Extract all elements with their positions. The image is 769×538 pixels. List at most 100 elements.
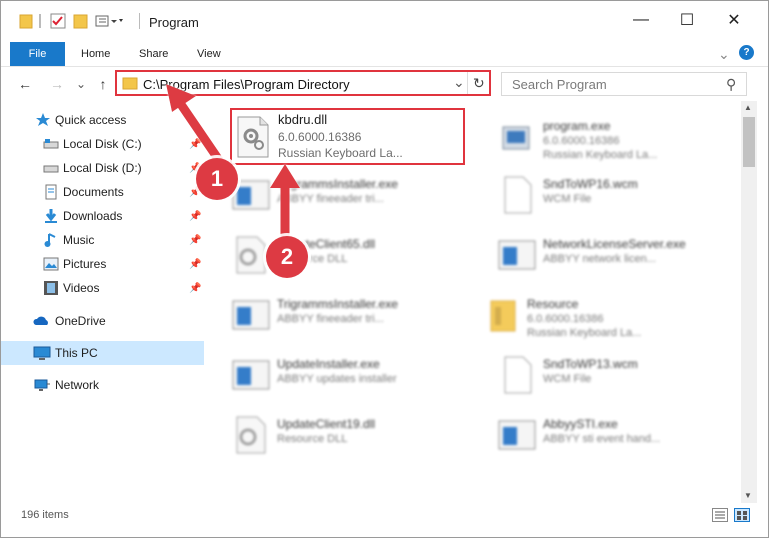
folder-icon [122,76,138,93]
file-item[interactable]: UpdateInstaller.exe ABBYY updates instal… [211,347,451,403]
search-input[interactable]: Search Program [512,77,607,92]
computer-icon [33,345,51,361]
sidebar-item-label: Local Disk (C:) [63,137,142,151]
tab-view[interactable]: View [197,43,221,65]
sidebar-item-local-disk-c[interactable]: Local Disk (C:) 📌 [1,132,204,156]
maximize-icon: ☐ [679,12,695,29]
sidebar-item-label: Local Disk (D:) [63,161,142,175]
exe-window-icon [497,235,537,275]
minimize-icon: — [633,11,649,28]
sidebar-item-network[interactable]: Network [1,373,204,397]
file-description: Russian Keyboard La... [278,146,403,160]
search-box[interactable]: Search Program ⚲ [501,72,747,96]
customize-toolbar-icon[interactable] [95,12,125,30]
file-detail: ABBYY fineeader tri... [277,193,384,205]
large-icons-view-icon[interactable] [734,508,750,522]
close-icon: ✕ [727,12,741,29]
file-name: Resource [527,297,579,311]
download-icon [43,208,59,224]
file-item[interactable]: AbbyySTI.exe ABBYY sti event hand... [477,407,717,463]
vertical-scrollbar[interactable]: ▲ ▼ [741,101,757,503]
file-detail: WCM File [543,193,592,205]
file-item[interactable]: NetworkLicenseServer.exe ABBYY network l… [477,227,717,283]
sidebar-item-videos[interactable]: Videos 📌 [1,276,204,300]
sidebar-item-onedrive[interactable]: OneDrive [1,309,204,333]
file-item[interactable]: program.exe 6.0.6000.16386 Russian Keybo… [477,109,717,165]
sidebar-item-label: OneDrive [55,314,106,328]
sidebar-item-pictures[interactable]: Pictures 📌 [1,252,204,276]
sidebar-item-label: Music [63,233,95,247]
file-name: TrigrammsInstaller.exe [277,177,398,191]
file-version: 6.0.6000.16386 [278,130,362,144]
details-view-icon[interactable] [712,508,728,522]
drive-icon [43,160,59,176]
file-name: UpdateInstaller.exe [277,357,380,371]
sidebar-item-local-disk-d[interactable]: Local Disk (D:) 📌 [1,156,204,180]
sidebar-item-label: Videos [63,281,100,295]
sidebar-item-label: This PC [55,346,98,360]
tab-share[interactable]: Share [139,43,168,65]
file-detail: ABBYY network licen... [543,253,656,265]
file-item[interactable]: UpdateClient19.dll Resource DLL [211,407,451,463]
expand-ribbon-icon[interactable]: ⌄ [718,43,730,65]
address-bar[interactable]: C:\Program Files\Program Directory ⌄ ↻ [115,70,491,96]
dll-gear-icon [232,114,276,160]
sidebar-item-label: Pictures [63,257,107,271]
pin-icon[interactable]: 📌 [189,139,201,150]
pin-icon[interactable]: 📌 [189,283,201,294]
help-icon[interactable]: ? [739,45,754,60]
scroll-up-icon[interactable]: ▲ [744,103,752,112]
status-bar: 196 items [1,505,768,527]
search-icon[interactable]: ⚲ [726,76,736,93]
file-detail: 6.0.6000.16386 [527,313,604,325]
maximize-button[interactable]: ☐ [664,1,710,39]
exe-window-icon [231,295,271,335]
pictures-icon [43,256,59,272]
file-name: TrigrammsInstaller.exe [277,297,398,311]
dll-gear-icon [231,415,271,455]
file-item[interactable]: TrigrammsInstaller.exe ABBYY fineeader t… [211,167,451,223]
file-item[interactable]: TrigrammsInstaller.exe ABBYY fineeader t… [211,287,451,343]
sidebar-item-this-pc[interactable]: This PC [1,341,204,365]
scrollbar-thumb[interactable] [743,117,755,167]
forward-button[interactable]: → [47,73,67,95]
refresh-icon[interactable]: ↻ [473,75,485,92]
minimize-button[interactable]: — [618,1,664,39]
separator [139,13,140,29]
blank-file-icon [497,175,537,215]
file-item[interactable]: SndToWP13.wcm WCM File [477,347,717,403]
pin-icon[interactable]: 📌 [189,235,201,246]
pin-icon[interactable]: 📌 [189,211,201,222]
sidebar-item-documents[interactable]: Documents 📌 [1,180,204,204]
up-button[interactable]: ↑ [93,73,113,95]
file-item-kbdru-dll-highlight[interactable]: kbdru.dll 6.0.6000.16386 Russian Keyboar… [230,108,465,165]
file-detail: Resource DLL [277,433,348,445]
folder-icon [19,12,33,30]
sidebar-item-downloads[interactable]: Downloads 📌 [1,204,204,228]
properties-icon[interactable] [49,12,67,30]
address-dropdown-icon[interactable]: ⌄ [453,74,465,91]
back-button[interactable]: ← [15,73,35,95]
new-folder-icon[interactable] [73,12,89,30]
music-icon [43,232,59,248]
file-detail: Russian Keyboard La... [527,327,642,339]
folder-icon [481,295,521,335]
close-button[interactable]: ✕ [711,1,757,39]
blank-file-icon [497,355,537,395]
file-name: AbbyySTI.exe [543,417,618,431]
file-item[interactable]: Resource 6.0.6000.16386 Russian Keyboard… [461,287,701,343]
tab-home[interactable]: Home [81,43,110,65]
tab-file[interactable]: File [10,42,65,66]
file-item[interactable]: SndToWP16.wcm WCM File [477,167,717,223]
file-item[interactable]: UpdateClient65.dll Resource DLL [211,227,451,283]
pin-icon[interactable]: 📌 [189,259,201,270]
file-detail: ABBYY sti event hand... [543,433,661,445]
exe-icon [497,117,537,157]
file-name: NetworkLicenseServer.exe [543,237,686,251]
sidebar-item-quick-access[interactable]: Quick access [1,108,204,132]
sidebar-item-music[interactable]: Music 📌 [1,228,204,252]
scroll-down-icon[interactable]: ▼ [744,491,752,500]
recent-locations-button[interactable]: ⌄ [71,73,91,95]
separator [467,72,468,94]
window-title: Program [149,15,199,30]
